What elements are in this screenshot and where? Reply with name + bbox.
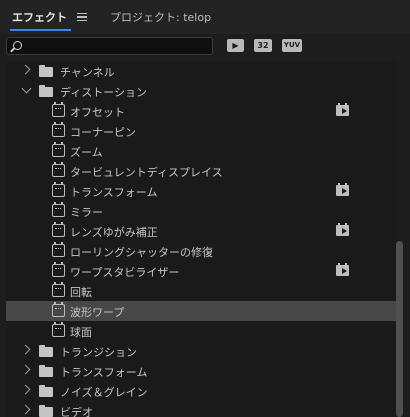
tree-effect-row[interactable]: ローリングシャッターの修復	[6, 241, 396, 261]
chevron-right-icon[interactable]	[20, 344, 31, 355]
folder-label: ノイズ＆グレイン	[60, 386, 148, 399]
chevron-right-icon[interactable]	[20, 384, 31, 395]
effect-label: ワープスタビライザー	[70, 266, 180, 279]
effect-label: 回転	[70, 286, 92, 299]
effect-icon	[52, 322, 65, 337]
32bit-filter-button[interactable]: 32	[254, 39, 272, 52]
effect-icon	[52, 102, 65, 117]
effect-label: タービュレントディスプレイス	[70, 166, 223, 179]
effect-label: 球面	[70, 326, 92, 339]
folder-icon	[39, 385, 53, 397]
effect-label: コーナーピン	[70, 126, 136, 139]
tab-effects-label: エフェクト	[12, 11, 67, 24]
tree-folder-row[interactable]: トランジション	[6, 341, 396, 361]
tree-folder-row[interactable]: チャンネル	[6, 61, 396, 81]
effect-label: ミラー	[70, 206, 103, 219]
tree-effect-row[interactable]: ズーム	[6, 141, 396, 161]
effect-label: 波形ワープ	[70, 306, 125, 319]
folder-label: トランジション	[60, 346, 137, 359]
folder-label: チャンネル	[60, 66, 115, 79]
effect-icon	[52, 182, 65, 197]
chevron-right-icon[interactable]	[20, 364, 31, 375]
accelerated-effect-icon	[336, 263, 349, 276]
effect-label: ズーム	[70, 146, 103, 159]
effect-icon	[52, 162, 65, 177]
yuv-filter-button[interactable]: YUV	[282, 39, 302, 52]
effect-icon	[52, 282, 65, 297]
folder-icon	[39, 65, 53, 77]
panel-menu-icon[interactable]	[77, 13, 87, 21]
effects-tree: チャンネルディストーションオフセットコーナーピン ズームタービュレントディスプレイ…	[6, 61, 396, 417]
tree-effect-row[interactable]: ミラー	[6, 201, 396, 221]
effect-icon	[52, 242, 65, 257]
folder-icon	[39, 365, 53, 377]
folder-label: トランスフォーム	[60, 366, 148, 379]
tab-project[interactable]: プロジェクト: telop	[110, 9, 211, 25]
panel-tab-bar: エフェクト プロジェクト: telop	[0, 0, 410, 34]
tree-effect-row[interactable]: 回転	[6, 281, 396, 301]
accelerated-effect-icon	[336, 103, 349, 116]
chevron-down-icon[interactable]	[21, 83, 32, 94]
tree-folder-row[interactable]: トランスフォーム	[6, 361, 396, 381]
accelerated-effects-filter-button[interactable]: ▶	[227, 39, 244, 52]
search-icon	[13, 41, 22, 50]
tree-folder-row[interactable]: ディストーション	[6, 81, 396, 101]
search-input[interactable]	[6, 37, 213, 55]
effect-icon	[52, 142, 65, 157]
tree-folder-row[interactable]: ビデオ	[6, 401, 396, 417]
folder-icon	[39, 405, 53, 417]
folder-icon	[39, 85, 53, 97]
accelerated-effect-icon	[336, 183, 349, 196]
effect-label: ローリングシャッターの修復	[70, 246, 213, 259]
effect-label: トランスフォーム	[70, 186, 158, 199]
tab-project-label: プロジェクト: telop	[110, 11, 212, 24]
chevron-right-icon[interactable]	[20, 64, 31, 75]
folder-icon	[39, 345, 53, 357]
tree-effect-row[interactable]: レンズゆがみ補正	[6, 221, 396, 241]
scrollbar-thumb[interactable]	[396, 241, 403, 417]
effect-label: レンズゆがみ補正	[70, 226, 158, 239]
tree-effect-row[interactable]: 波形ワープ	[6, 301, 396, 321]
active-tab-underline	[10, 29, 71, 31]
effect-icon	[52, 202, 65, 217]
accelerated-effects-icon: ▶	[232, 41, 239, 50]
tree-effect-row[interactable]: 球面	[6, 321, 396, 341]
tree-folder-row[interactable]: ノイズ＆グレイン	[6, 381, 396, 401]
tree-effect-row[interactable]: トランスフォーム	[6, 181, 396, 201]
effect-icon	[52, 122, 65, 137]
tab-effects[interactable]: エフェクト	[10, 9, 71, 31]
effect-icon	[52, 262, 65, 277]
tree-effect-row[interactable]: オフセット	[6, 101, 396, 121]
effect-icon	[52, 222, 65, 237]
accelerated-effect-icon	[336, 223, 349, 236]
effect-label: オフセット	[70, 106, 125, 119]
tree-effect-row[interactable]: コーナーピン	[6, 121, 396, 141]
folder-label: ディストーション	[60, 86, 148, 99]
tree-effect-row[interactable]: タービュレントディスプレイス	[6, 161, 396, 181]
effect-icon	[52, 302, 65, 317]
tree-effect-row[interactable]: ワープスタビライザー	[6, 261, 396, 281]
chevron-right-icon[interactable]	[20, 404, 31, 415]
folder-label: ビデオ	[60, 406, 93, 417]
